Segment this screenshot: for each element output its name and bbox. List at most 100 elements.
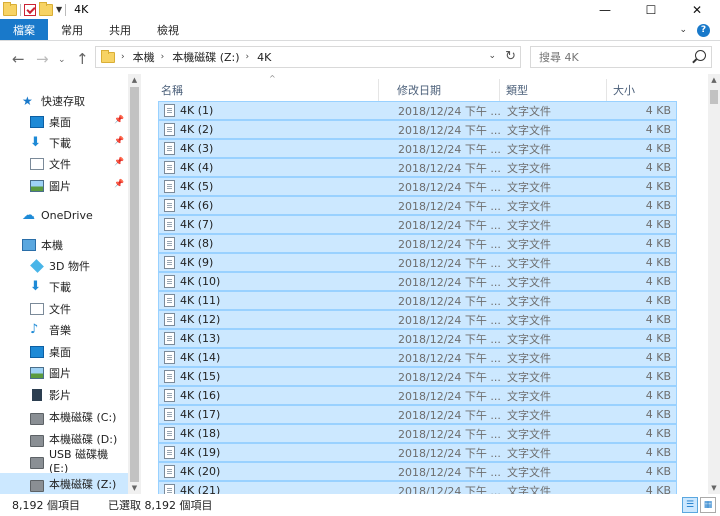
file-row[interactable]: 4K (8) 2018/12/24 下午 ... 文字文件 4 KB bbox=[158, 234, 677, 253]
document-icon bbox=[30, 157, 44, 170]
sidebar-item[interactable]: 本機磁碟 (C:) bbox=[0, 406, 128, 427]
file-row[interactable]: 4K (3) 2018/12/24 下午 ... 文字文件 4 KB bbox=[158, 139, 677, 158]
file-row[interactable]: 4K (19) 2018/12/24 下午 ... 文字文件 4 KB bbox=[158, 443, 677, 462]
file-row[interactable]: 4K (7) 2018/12/24 下午 ... 文字文件 4 KB bbox=[158, 215, 677, 234]
status-bar: 8,192 個項目 已選取 8,192 個項目 ☰ ▦ bbox=[0, 494, 720, 516]
file-modified-date: 2018/12/24 下午 ... bbox=[398, 237, 501, 251]
file-name: 4K (6) bbox=[180, 199, 214, 212]
file-size: 4 KB bbox=[645, 199, 671, 212]
file-row[interactable]: 4K (6) 2018/12/24 下午 ... 文字文件 4 KB bbox=[158, 196, 677, 215]
file-size: 4 KB bbox=[645, 313, 671, 326]
breadcrumb-separator-icon[interactable]: › bbox=[246, 52, 250, 62]
large-icons-view-icon[interactable]: ▦ bbox=[700, 497, 716, 513]
close-button[interactable]: ✕ bbox=[674, 0, 720, 19]
file-list-scrollbar[interactable]: ▲ ▼ bbox=[708, 74, 720, 494]
file-row[interactable]: 4K (21) 2018/12/24 下午 ... 文字文件 4 KB bbox=[158, 481, 677, 494]
properties-icon[interactable] bbox=[24, 3, 36, 16]
file-row[interactable]: 4K (17) 2018/12/24 下午 ... 文字文件 4 KB bbox=[158, 405, 677, 424]
file-row[interactable]: 4K (10) 2018/12/24 下午 ... 文字文件 4 KB bbox=[158, 272, 677, 291]
back-arrow-icon[interactable]: ← bbox=[12, 50, 25, 68]
expand-ribbon-icon[interactable]: ⌄ bbox=[679, 25, 687, 35]
file-name: 4K (9) bbox=[180, 256, 214, 269]
scrollbar-thumb[interactable] bbox=[710, 90, 718, 104]
sidebar-item[interactable]: ♪ 音樂 bbox=[0, 319, 128, 340]
recent-locations-icon[interactable]: ⌄ bbox=[58, 55, 66, 65]
address-dropdown-icon[interactable]: ⌄ bbox=[488, 51, 496, 61]
file-name: 4K (18) bbox=[180, 427, 221, 440]
column-header-name[interactable]: 名稱 bbox=[142, 79, 376, 101]
column-header-modified[interactable]: 修改日期 bbox=[378, 79, 488, 101]
file-name: 4K (21) bbox=[180, 484, 221, 494]
file-row[interactable]: 4K (12) 2018/12/24 下午 ... 文字文件 4 KB bbox=[158, 310, 677, 329]
file-row[interactable]: 4K (16) 2018/12/24 下午 ... 文字文件 4 KB bbox=[158, 386, 677, 405]
scroll-down-icon[interactable]: ▼ bbox=[128, 482, 141, 494]
pin-icon: 📌 bbox=[114, 157, 124, 166]
search-box[interactable] bbox=[530, 46, 712, 68]
music-icon: ♪ bbox=[30, 321, 39, 337]
file-modified-date: 2018/12/24 下午 ... bbox=[398, 142, 501, 156]
sidebar-item[interactable]: 本機 bbox=[0, 234, 128, 255]
file-name: 4K (17) bbox=[180, 408, 221, 421]
file-row[interactable]: 4K (15) 2018/12/24 下午 ... 文字文件 4 KB bbox=[158, 367, 677, 386]
file-row[interactable]: 4K (1) 2018/12/24 下午 ... 文字文件 4 KB bbox=[158, 101, 677, 120]
maximize-button[interactable]: ☐ bbox=[628, 0, 674, 19]
file-row[interactable]: 4K (2) 2018/12/24 下午 ... 文字文件 4 KB bbox=[158, 120, 677, 139]
breadcrumb-separator-icon[interactable]: › bbox=[121, 52, 125, 62]
text-file-icon bbox=[164, 104, 175, 117]
tab-share[interactable]: 共用 bbox=[96, 19, 144, 40]
scroll-up-icon[interactable]: ▲ bbox=[708, 74, 720, 86]
sidebar-item[interactable]: 文件 bbox=[0, 298, 128, 319]
selection-count: 已選取 8,192 個項目 bbox=[108, 499, 213, 512]
address-bar[interactable]: › 本機 › 本機磁碟 (Z:) › 4K ⌄ ↻ bbox=[95, 46, 521, 68]
navigation-pane-scrollbar[interactable]: ▲ ▼ bbox=[128, 74, 141, 494]
file-row[interactable]: 4K (4) 2018/12/24 下午 ... 文字文件 4 KB bbox=[158, 158, 677, 177]
sidebar-item[interactable]: 文件 📌 bbox=[0, 153, 128, 174]
new-folder-icon[interactable] bbox=[39, 1, 53, 16]
column-header-size[interactable]: 大小 bbox=[594, 79, 694, 101]
sidebar-item[interactable]: ⬇ 下載 📌 bbox=[0, 132, 128, 153]
breadcrumb-drive-z[interactable]: 本機磁碟 (Z:) bbox=[172, 49, 239, 65]
file-type: 文字文件 bbox=[507, 142, 551, 156]
tab-file[interactable]: 檔案 bbox=[0, 19, 48, 40]
sidebar-item[interactable]: USB 磁碟機 (E:) bbox=[0, 448, 128, 475]
sidebar-item[interactable]: 影片 bbox=[0, 384, 128, 405]
file-row[interactable]: 4K (13) 2018/12/24 下午 ... 文字文件 4 KB bbox=[158, 329, 677, 348]
minimize-button[interactable]: — bbox=[582, 0, 628, 19]
file-row[interactable]: 4K (14) 2018/12/24 下午 ... 文字文件 4 KB bbox=[158, 348, 677, 367]
scroll-up-icon[interactable]: ▲ bbox=[128, 74, 141, 86]
help-icon[interactable]: ? bbox=[697, 23, 710, 37]
sidebar-item[interactable]: 本機磁碟 (Z:) bbox=[0, 473, 128, 494]
details-view-icon[interactable]: ☰ bbox=[682, 497, 698, 513]
file-row[interactable]: 4K (20) 2018/12/24 下午 ... 文字文件 4 KB bbox=[158, 462, 677, 481]
file-row[interactable]: 4K (9) 2018/12/24 下午 ... 文字文件 4 KB bbox=[158, 253, 677, 272]
sidebar-item[interactable]: 圖片 bbox=[0, 362, 128, 383]
search-icon[interactable] bbox=[695, 50, 706, 61]
up-arrow-icon[interactable]: ↑ bbox=[76, 50, 89, 68]
tab-view[interactable]: 檢視 bbox=[144, 19, 192, 40]
breadcrumb-this-pc[interactable]: 本機 bbox=[133, 49, 155, 65]
star-icon: ★ bbox=[22, 93, 33, 108]
scrollbar-thumb[interactable] bbox=[130, 87, 139, 482]
forward-arrow-icon[interactable]: → bbox=[36, 50, 49, 68]
tab-home[interactable]: 常用 bbox=[48, 19, 96, 40]
file-name: 4K (16) bbox=[180, 389, 221, 402]
search-input[interactable] bbox=[539, 50, 689, 64]
file-row[interactable]: 4K (5) 2018/12/24 下午 ... 文字文件 4 KB bbox=[158, 177, 677, 196]
sidebar-item-label: 圖片 bbox=[49, 366, 71, 380]
sidebar-item[interactable]: 桌面 bbox=[0, 341, 128, 362]
file-row[interactable]: 4K (18) 2018/12/24 下午 ... 文字文件 4 KB bbox=[158, 424, 677, 443]
scroll-down-icon[interactable]: ▼ bbox=[708, 482, 720, 494]
sidebar-item[interactable]: 桌面 📌 bbox=[0, 111, 128, 132]
file-modified-date: 2018/12/24 下午 ... bbox=[398, 104, 501, 118]
sidebar-item[interactable]: 3D 物件 bbox=[0, 255, 128, 276]
file-row[interactable]: 4K (11) 2018/12/24 下午 ... 文字文件 4 KB bbox=[158, 291, 677, 310]
sidebar-item[interactable]: ☁ OneDrive bbox=[0, 205, 128, 226]
column-header-type[interactable]: 類型 bbox=[487, 79, 597, 101]
breadcrumb-separator-icon[interactable]: › bbox=[161, 52, 165, 62]
sidebar-item[interactable]: ⬇ 下載 bbox=[0, 276, 128, 297]
breadcrumb-current-folder[interactable]: 4K bbox=[257, 51, 271, 64]
customize-toolbar-icon[interactable]: ▼ bbox=[56, 5, 62, 14]
refresh-icon[interactable]: ↻ bbox=[505, 49, 516, 64]
sidebar-item[interactable]: ★ 快速存取 bbox=[0, 90, 128, 111]
sidebar-item[interactable]: 圖片 📌 bbox=[0, 175, 128, 196]
